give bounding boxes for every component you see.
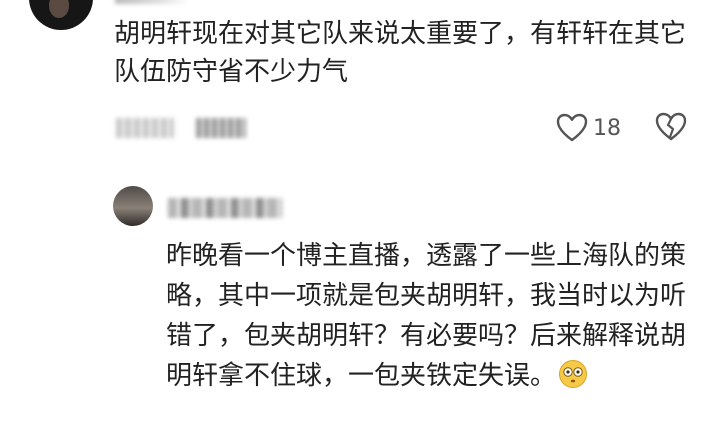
heart-outline-icon <box>556 113 588 142</box>
comment-text: 胡明轩现在对其它队来说太重要了，有轩轩在其它队伍防守省不少力气 <box>114 19 687 87</box>
reply-name-blurred[interactable] <box>168 198 282 218</box>
commenter-avatar[interactable] <box>29 0 93 30</box>
reply-body: 昨晚看一个博主直播，透露了一些上海队的策略，其中一项就是包夹胡明轩，我当时以为听… <box>166 241 687 391</box>
comment-date-blurred <box>116 118 174 138</box>
comment-location-blurred <box>196 118 246 138</box>
reply-text: 昨晚看一个博主直播，透露了一些上海队的策略，其中一项就是包夹胡明轩，我当时以为听… <box>166 236 686 396</box>
dislike-button[interactable] <box>654 110 688 144</box>
flushed-face-emoji <box>559 360 588 388</box>
like-count: 18 <box>593 115 621 141</box>
broken-heart-outline-icon <box>655 112 687 141</box>
commenter-name-blurred[interactable] <box>115 0 189 4</box>
like-button[interactable]: 18 <box>555 111 621 145</box>
reply-avatar[interactable] <box>113 186 153 226</box>
avatar-face <box>49 0 69 18</box>
